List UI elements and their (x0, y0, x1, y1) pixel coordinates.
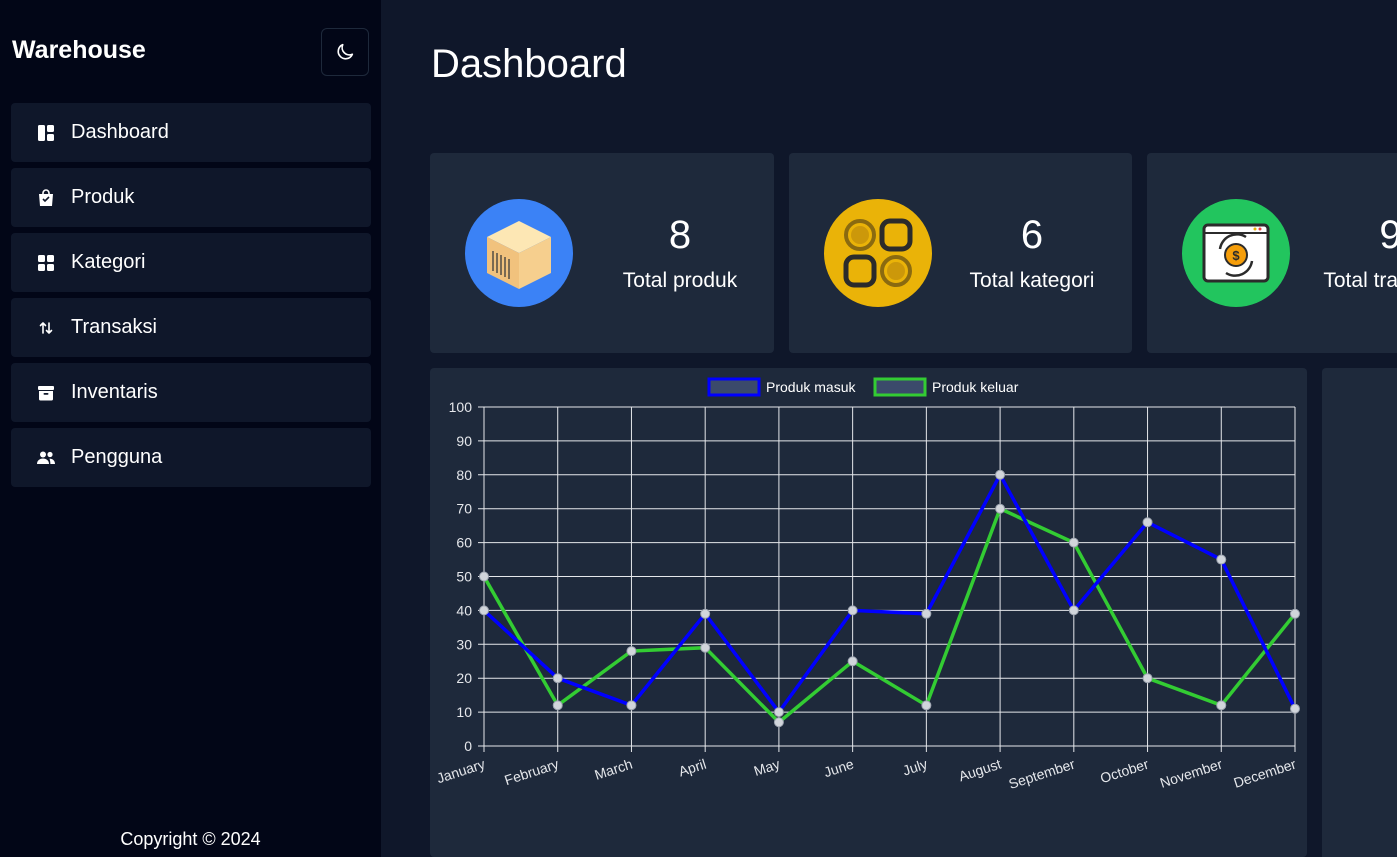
data-point (773, 717, 784, 728)
y-tick-label: 20 (456, 670, 472, 686)
data-point (1290, 608, 1300, 619)
sidebar-item-pengguna[interactable]: Pengguna (11, 428, 371, 487)
data-point (847, 656, 858, 667)
data-point (995, 503, 1006, 514)
category-icon (824, 199, 932, 307)
stat-card-categories: 6 Total kategori (789, 153, 1132, 353)
y-tick-label: 70 (456, 501, 472, 517)
data-point (700, 608, 711, 619)
y-tick-label: 0 (464, 738, 472, 754)
stat-label: Total transaksi (1323, 269, 1397, 292)
x-tick-label: August (957, 756, 1004, 785)
stat-value: 8 (668, 213, 692, 257)
data-point (921, 700, 932, 711)
sidebar-item-label: Dashboard (71, 121, 169, 143)
stat-card-products: 8 Total produk (430, 153, 774, 353)
chart-card: 0 10 20 30 40 50 60 70 80 90 100 January February Mar… (430, 368, 1307, 857)
data-point (626, 700, 637, 711)
y-tick-label: 90 (456, 433, 472, 449)
sidebar-item-label: Kategori (71, 251, 146, 273)
data-point (847, 605, 858, 616)
x-tick-label: February (502, 756, 560, 789)
secondary-card (1322, 368, 1397, 857)
data-point (921, 608, 932, 619)
stat-value: 6 (1020, 213, 1044, 257)
swap-vertical-icon (37, 319, 55, 337)
stat-label: Total kategori (969, 269, 1095, 292)
legend-label: Produk keluar (932, 379, 1019, 395)
y-tick-label: 50 (456, 569, 472, 585)
data-point (479, 605, 489, 616)
data-point (1290, 703, 1300, 714)
x-tick-label: May (752, 756, 782, 779)
sidebar-item-kategori[interactable]: Kategori (11, 233, 371, 292)
sidebar: Warehouse Dashboard Produk Kategori Tran… (0, 0, 381, 857)
legend-swatch (873, 377, 927, 397)
data-point (1216, 554, 1227, 565)
data-point (552, 700, 563, 711)
y-tick-label: 100 (449, 399, 473, 415)
grid-icon (37, 254, 55, 272)
theme-toggle-button[interactable] (321, 28, 369, 76)
legend-label: Produk masuk (766, 379, 856, 395)
page-title: Dashboard (431, 42, 627, 86)
data-point (1142, 673, 1153, 684)
shopping-bag-icon (37, 189, 55, 207)
sidebar-item-label: Inventaris (71, 381, 158, 403)
y-tick-label: 10 (456, 704, 472, 720)
y-tick-label: 40 (456, 602, 472, 618)
stat-card-transactions: $ 9 Total transaksi (1147, 153, 1397, 353)
svg-text:$: $ (1232, 248, 1240, 263)
data-point (1068, 605, 1079, 616)
x-tick-label: April (677, 756, 709, 780)
data-point (1068, 537, 1079, 548)
x-tick-label: June (822, 756, 856, 781)
x-tick-label: November (1158, 756, 1225, 791)
copyright-text: Copyright © 2024 (120, 829, 261, 849)
series-line (482, 506, 1297, 725)
sidebar-item-label: Pengguna (71, 446, 163, 468)
x-tick-label: September (1007, 756, 1077, 792)
sidebar-item-dashboard[interactable]: Dashboard (11, 103, 371, 162)
x-tick-label: December (1232, 756, 1299, 791)
dashboard-icon (37, 124, 55, 142)
brand-title: Warehouse (12, 36, 146, 64)
box-icon (465, 199, 573, 307)
data-point (479, 571, 489, 582)
sidebar-item-produk[interactable]: Produk (11, 168, 371, 227)
data-point (1216, 700, 1227, 711)
stat-value: 9 (1379, 213, 1397, 257)
sidebar-nav: Dashboard Produk Kategori Transaksi Inve… (11, 103, 371, 493)
x-tick-label: October (1098, 756, 1151, 787)
x-tick-label: March (592, 756, 634, 783)
users-icon (37, 449, 55, 467)
y-tick-label: 80 (456, 467, 472, 483)
sidebar-item-inventaris[interactable]: Inventaris (11, 363, 371, 422)
monthly-products-line-chart: 0 10 20 30 40 50 60 70 80 90 100 January February Mar… (435, 377, 1300, 792)
x-tick-label: July (901, 756, 930, 779)
data-point (773, 707, 784, 718)
archive-icon (37, 384, 55, 402)
data-point (1142, 517, 1153, 528)
stat-label: Total produk (622, 269, 738, 292)
x-tick-label: January (435, 756, 487, 787)
legend-swatch (707, 377, 761, 397)
sidebar-item-label: Transaksi (71, 316, 157, 338)
data-point (995, 469, 1006, 480)
sidebar-item-label: Produk (71, 186, 135, 208)
y-tick-label: 30 (456, 636, 472, 652)
data-point (552, 673, 563, 684)
money-exchange-icon: $ (1182, 199, 1290, 307)
sidebar-item-transaksi[interactable]: Transaksi (11, 298, 371, 357)
data-point (626, 646, 637, 657)
series-line (482, 471, 1297, 716)
y-tick-label: 60 (456, 535, 472, 551)
data-point (700, 642, 711, 653)
moon-icon (337, 43, 354, 60)
